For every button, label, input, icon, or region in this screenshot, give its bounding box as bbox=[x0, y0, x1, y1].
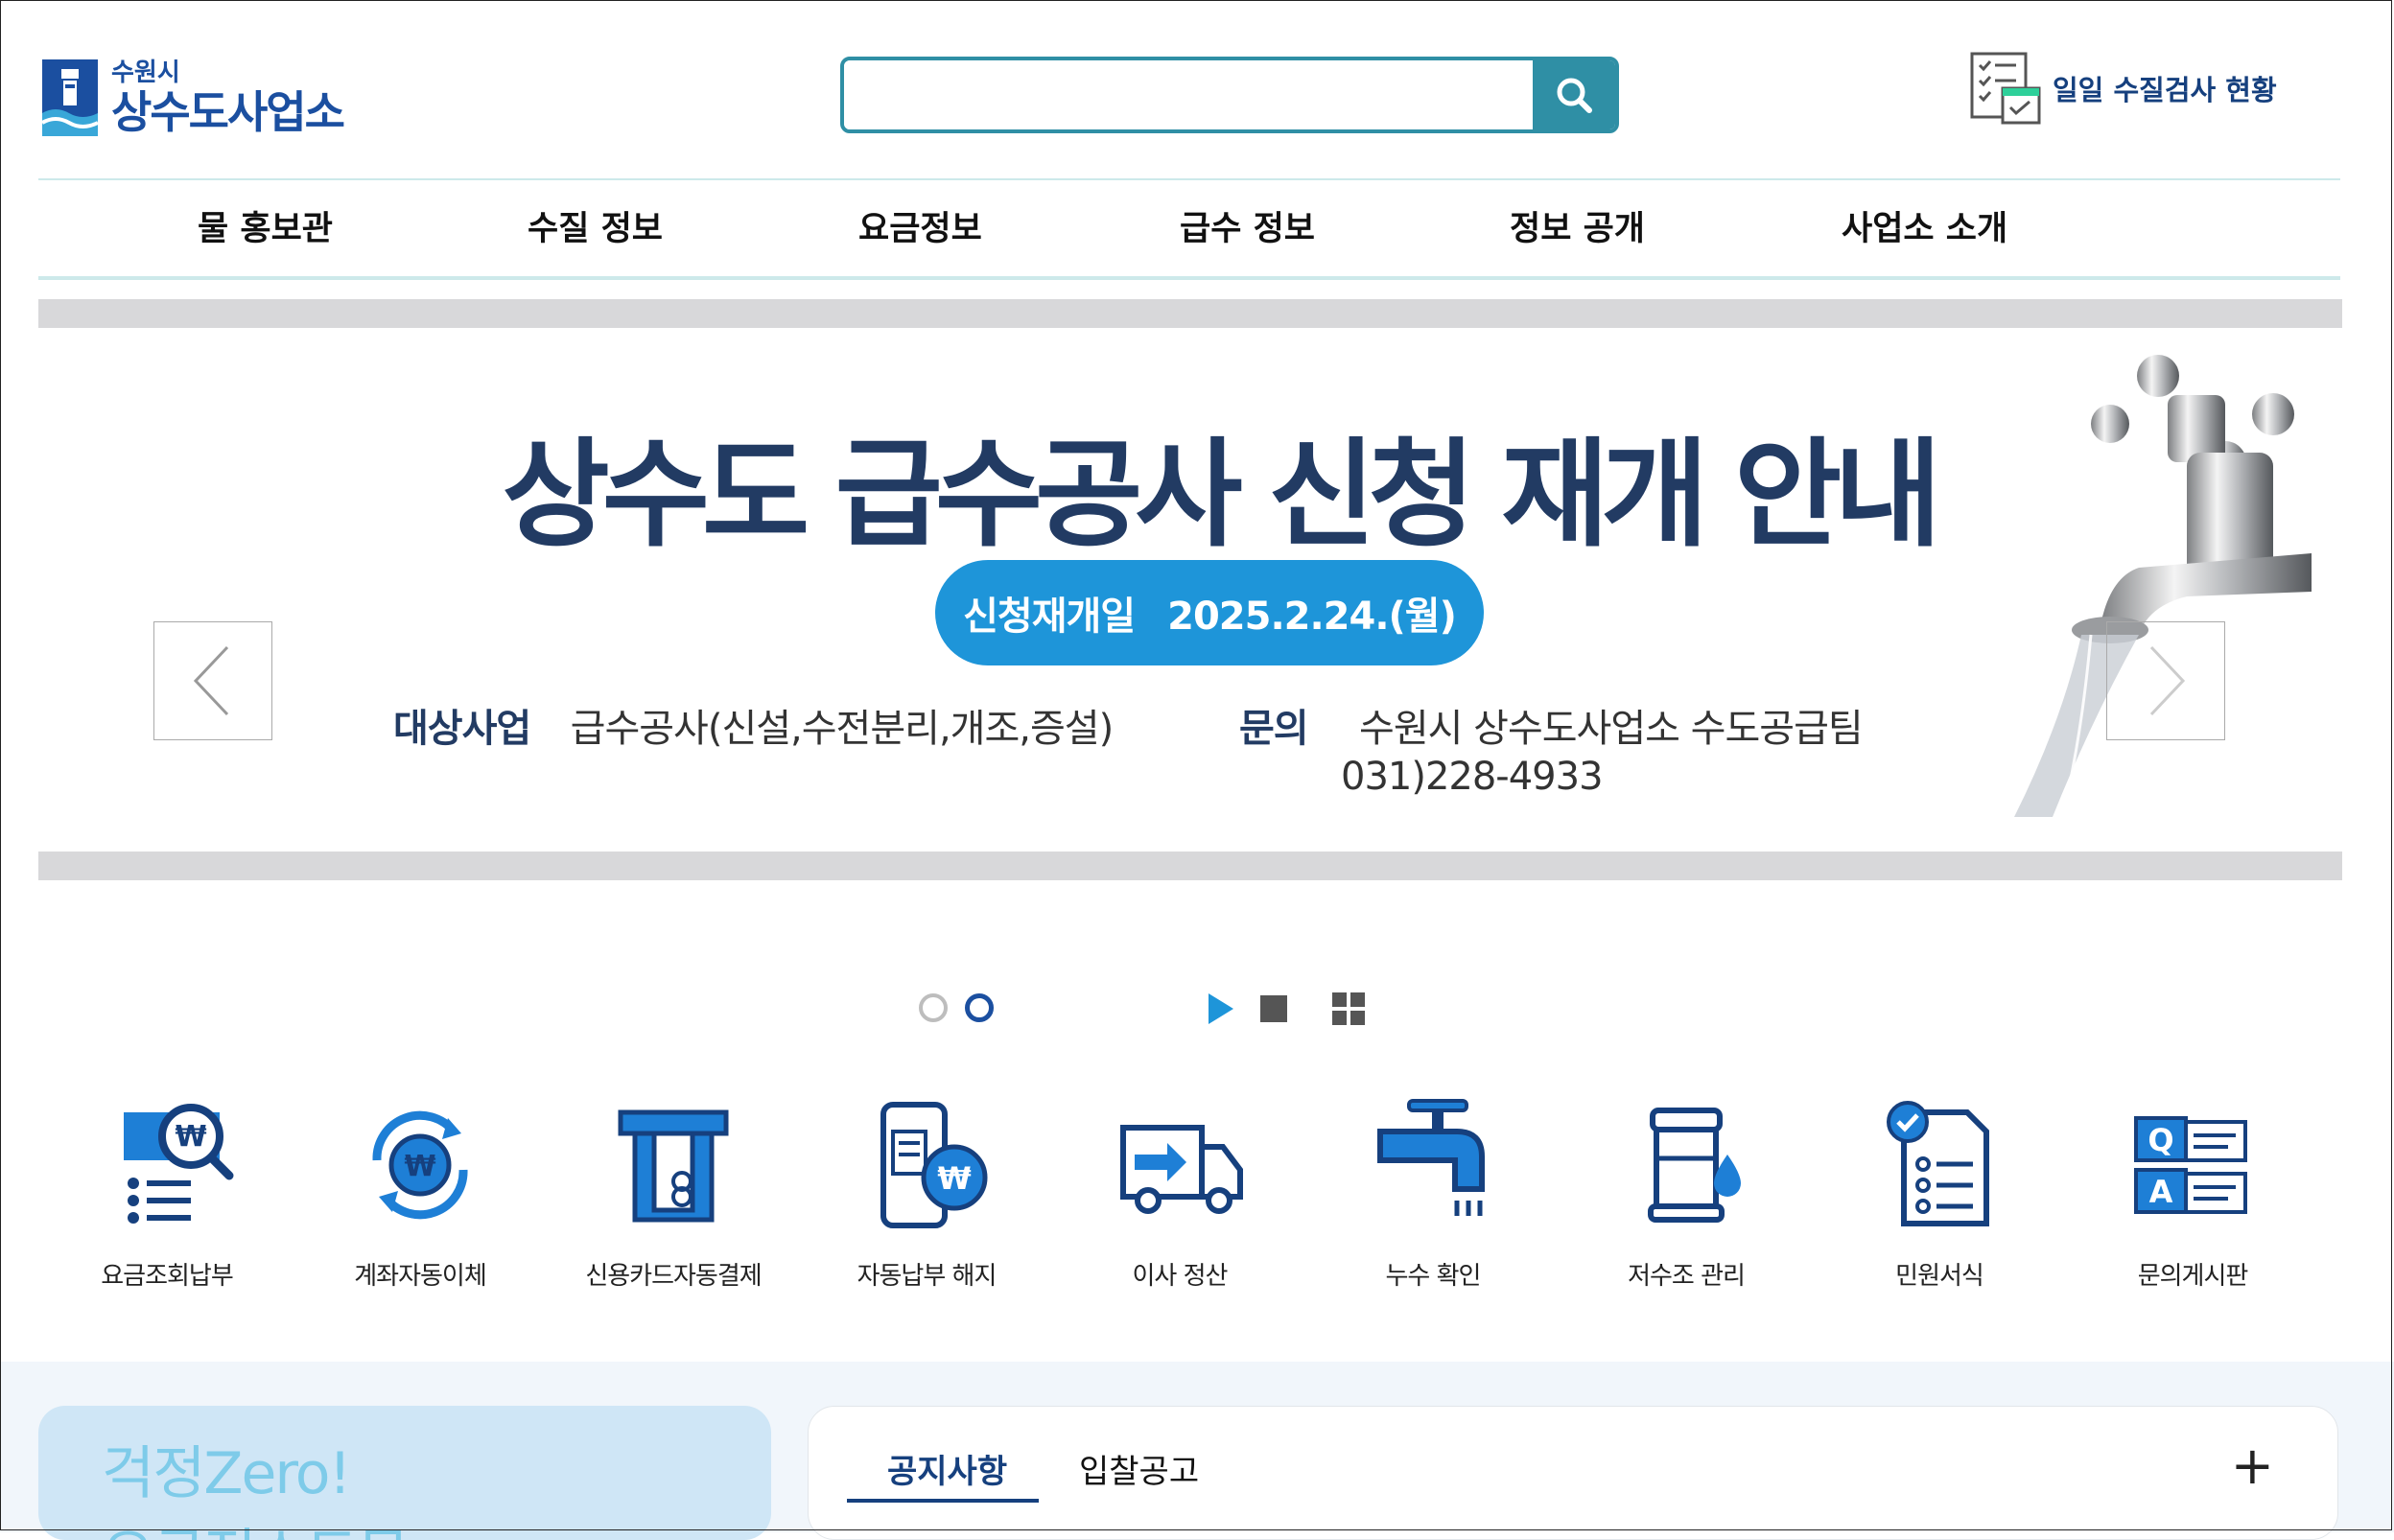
quick-menu-card-autopay[interactable]: 신용카드자동결제 bbox=[577, 1093, 769, 1292]
banner-inquiry: 문의 수원시 상수도사업소 수도공급팀 bbox=[1239, 697, 1864, 753]
stop-icon[interactable] bbox=[1258, 993, 1289, 1024]
quick-menu-label: 계좌자동이체 bbox=[354, 1262, 487, 1291]
svg-text:Q: Q bbox=[2148, 1122, 2173, 1158]
banner-prev-button[interactable] bbox=[153, 621, 272, 740]
quick-menu-label: 이사 정산 bbox=[1132, 1262, 1229, 1291]
divider bbox=[38, 276, 2340, 280]
quick-menu-forms[interactable]: 민원서식 bbox=[1843, 1093, 2035, 1292]
svg-text:₩: ₩ bbox=[175, 1120, 206, 1154]
nav-item-disclosure[interactable]: 정보 공개 bbox=[1510, 201, 1645, 250]
svg-text:₩: ₩ bbox=[937, 1160, 971, 1197]
quick-menu-tank-management[interactable]: 저수조 관리 bbox=[1590, 1093, 1782, 1292]
qna-icon: Q A bbox=[2134, 1116, 2247, 1214]
logo-city: 수원시 bbox=[111, 58, 180, 87]
inquiry-phone: 031)228-4933 bbox=[1341, 755, 1604, 799]
site-logo[interactable]: 수원시 상수도사업소 bbox=[40, 52, 366, 144]
promo-line1: 걱정Zero! bbox=[102, 1440, 352, 1507]
slide-dot-1[interactable] bbox=[919, 993, 948, 1022]
banner-next-button[interactable] bbox=[2106, 621, 2225, 740]
lighthouse-logo-icon bbox=[41, 59, 99, 136]
banner-band bbox=[38, 852, 2342, 880]
quick-menu-label: 신용카드자동결제 bbox=[585, 1262, 762, 1291]
active-tab-indicator bbox=[847, 1499, 1039, 1503]
svg-text:A: A bbox=[2149, 1174, 2173, 1210]
promo-line2: 요금정소도무 bbox=[102, 1509, 410, 1540]
banner-target: 대상사업 급수공사(신설,수전분리,개조,증설) bbox=[393, 697, 1115, 753]
target-value: 급수공사(신설,수전분리,개조,증설) bbox=[570, 707, 1115, 751]
inquiry-value: 수원시 상수도사업소 수도공급팀 bbox=[1359, 707, 1864, 751]
quick-menu-auto-transfer[interactable]: ₩ 계좌자동이체 bbox=[324, 1093, 516, 1292]
banner-title: 상수도 급수공사 신청 재개 안내 bbox=[502, 427, 1941, 563]
water-quality-label: 일일 수질검사 현황 bbox=[2053, 74, 2277, 106]
quick-menu-fee-inquiry[interactable]: ₩ 요금조회납부 bbox=[71, 1093, 263, 1292]
main-nav: 물 홍보관 수질 정보 요금정보 급수 정보 정보 공개 사업소 소개 bbox=[38, 180, 2340, 278]
quick-menu-autopay-cancel[interactable]: ₩ 자동납부 해지 bbox=[831, 1093, 1022, 1292]
chevron-left-icon bbox=[193, 645, 229, 716]
tab-notice[interactable]: 공지사항 bbox=[887, 1445, 1007, 1492]
pill-label: 신청재개일 bbox=[963, 595, 1136, 639]
banner-date-pill: 신청재개일 2025.2.24.(월) bbox=[935, 560, 1484, 665]
card-reader-icon bbox=[618, 1109, 729, 1223]
main-banner[interactable]: 상수도 급수공사 신청 재개 안내 신청재개일 2025.2.24.(월) 대상… bbox=[38, 299, 2342, 880]
water-tank-icon bbox=[1648, 1108, 1741, 1223]
phone-won-icon: ₩ bbox=[880, 1102, 988, 1228]
search-input[interactable] bbox=[844, 60, 1533, 129]
nav-item-supply[interactable]: 급수 정보 bbox=[1180, 201, 1315, 250]
svg-text:₩: ₩ bbox=[404, 1150, 435, 1183]
chevron-right-icon bbox=[2149, 645, 2186, 716]
quick-menu-label: 문의게시판 bbox=[2137, 1262, 2249, 1291]
search-button[interactable] bbox=[1533, 60, 1615, 129]
search-box bbox=[840, 57, 1619, 133]
nav-item-water-quality[interactable]: 수질 정보 bbox=[528, 201, 663, 250]
quick-menu-label: 누수 확인 bbox=[1385, 1262, 1482, 1291]
tab-bid[interactable]: 입찰공고 bbox=[1079, 1445, 1199, 1492]
nav-item-about[interactable]: 사업소 소개 bbox=[1842, 201, 2007, 250]
play-icon[interactable] bbox=[1205, 990, 1237, 1028]
truck-icon bbox=[1120, 1125, 1243, 1214]
checklist-icon bbox=[1970, 52, 2041, 125]
search-icon bbox=[1557, 78, 1592, 113]
target-label: 대상사업 bbox=[393, 707, 531, 751]
document-check-icon bbox=[1887, 1101, 1989, 1226]
banner-band bbox=[38, 299, 2342, 328]
quick-menu-label: 민원서식 bbox=[1895, 1262, 1984, 1291]
promo-card[interactable]: 걱정Zero! 요금정소도무 bbox=[38, 1406, 771, 1540]
quick-menu-leak-check[interactable]: 누수 확인 bbox=[1337, 1093, 1529, 1292]
pill-date: 2025.2.24.(월) bbox=[1167, 595, 1457, 639]
grid-view-icon[interactable] bbox=[1331, 992, 1366, 1026]
refresh-won-icon: ₩ bbox=[372, 1110, 468, 1220]
faucet-icon bbox=[1377, 1099, 1485, 1216]
more-button[interactable]: + bbox=[2231, 1435, 2274, 1496]
quick-menu-moving-settlement[interactable]: 이사 정산 bbox=[1084, 1093, 1276, 1292]
slide-dot-2[interactable] bbox=[965, 993, 994, 1022]
quick-menu-qna-board[interactable]: Q A 문의게시판 bbox=[2097, 1093, 2288, 1292]
nav-item-water-promo[interactable]: 물 홍보관 bbox=[198, 201, 333, 250]
fee-search-icon: ₩ bbox=[124, 1104, 234, 1224]
inquiry-label: 문의 bbox=[1239, 707, 1309, 751]
quick-menu-label: 요금조회납부 bbox=[101, 1262, 234, 1291]
faucet-illustration bbox=[2014, 355, 2312, 818]
logo-name: 상수도사업소 bbox=[111, 86, 345, 138]
nav-item-fee[interactable]: 요금정보 bbox=[858, 201, 982, 250]
quick-menu-label: 자동납부 해지 bbox=[857, 1262, 998, 1291]
water-quality-link[interactable]: 일일 수질검사 현황 bbox=[1966, 50, 2277, 127]
quick-menu-label: 저수조 관리 bbox=[1628, 1262, 1746, 1291]
notice-board: 공지사항 입찰공고 + bbox=[808, 1406, 2338, 1540]
